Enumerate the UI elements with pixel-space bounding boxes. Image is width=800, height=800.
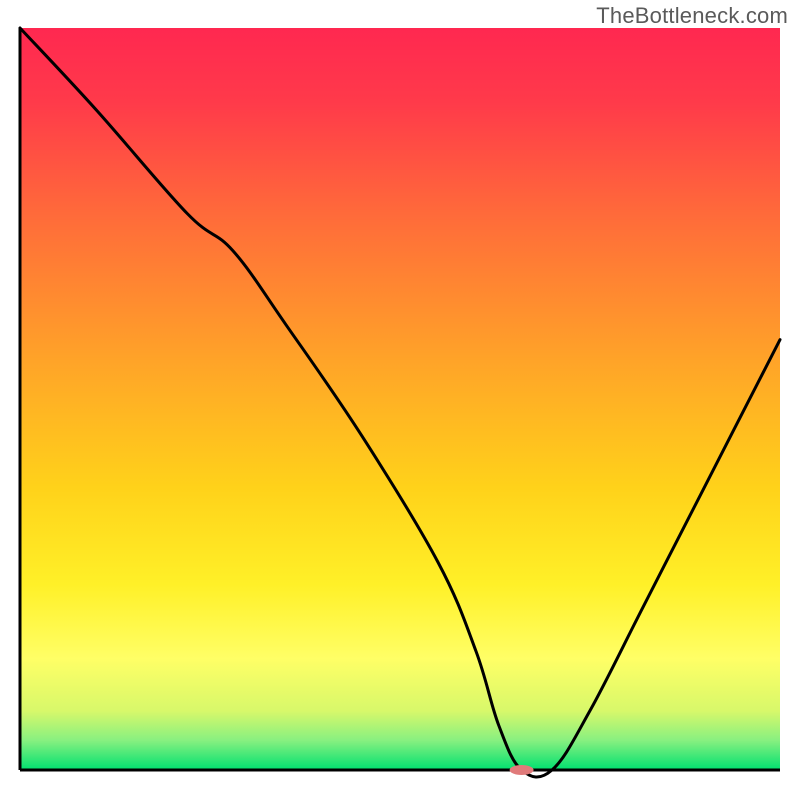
plot-background	[20, 28, 780, 770]
optimal-marker	[510, 765, 534, 775]
watermark: TheBottleneck.com	[596, 3, 788, 29]
bottleneck-chart	[0, 0, 800, 800]
